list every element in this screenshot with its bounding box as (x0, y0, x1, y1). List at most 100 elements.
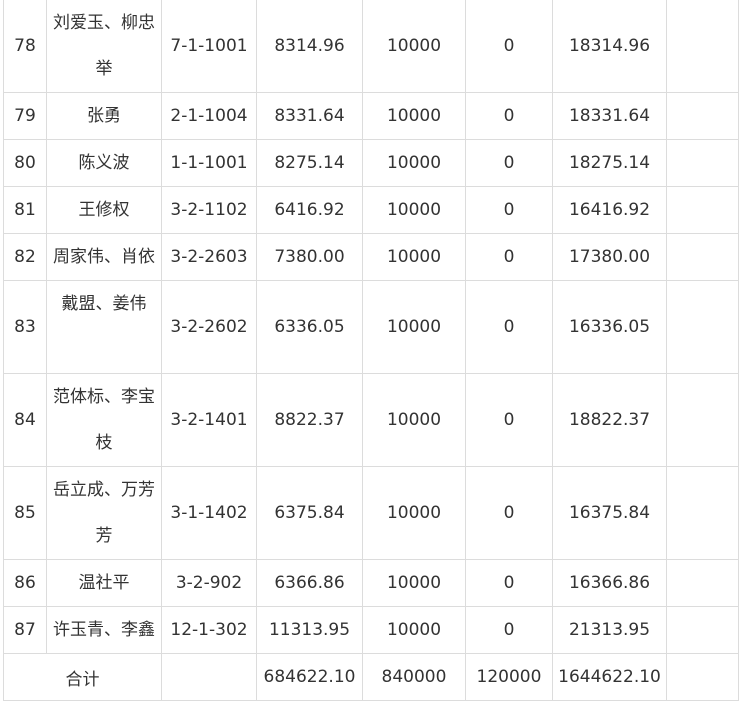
room-number: 3-2-1102 (161, 186, 257, 234)
amount-c: 0 (465, 606, 553, 654)
owner-name: 温社平 (46, 559, 162, 607)
total-amount: 21313.95 (552, 606, 667, 654)
summary-empty-cell (666, 653, 739, 701)
empty-cell (666, 559, 739, 607)
amount-b: 10000 (362, 280, 466, 374)
table-row: 84 范体标、李宝枝 3-2-1401 8822.37 10000 0 1882… (3, 373, 739, 467)
amount-a: 8822.37 (256, 373, 363, 467)
room-number: 3-2-2602 (161, 280, 257, 374)
room-number: 3-1-1402 (161, 466, 257, 560)
row-number: 84 (3, 373, 47, 467)
amount-c: 0 (465, 92, 553, 140)
amount-b: 10000 (362, 186, 466, 234)
table-row: 81 王修权 3-2-1102 6416.92 10000 0 16416.92 (3, 186, 739, 234)
amount-a: 8314.96 (256, 0, 363, 93)
row-number: 87 (3, 606, 47, 654)
empty-cell (666, 373, 739, 467)
amount-a: 11313.95 (256, 606, 363, 654)
amount-a: 7380.00 (256, 233, 363, 281)
amount-c: 0 (465, 186, 553, 234)
row-number: 79 (3, 92, 47, 140)
empty-cell (666, 233, 739, 281)
amount-b: 10000 (362, 233, 466, 281)
owner-name: 张勇 (46, 92, 162, 140)
amount-a: 8275.14 (256, 139, 363, 187)
row-number: 83 (3, 280, 47, 374)
total-amount: 16416.92 (552, 186, 667, 234)
table-row: 86 温社平 3-2-902 6366.86 10000 0 16366.86 (3, 559, 739, 607)
amount-c: 0 (465, 559, 553, 607)
table-row: 83 戴盟、姜伟 3-2-2602 6336.05 10000 0 16336.… (3, 280, 739, 374)
row-number: 80 (3, 139, 47, 187)
total-amount: 16336.05 (552, 280, 667, 374)
amount-b: 10000 (362, 373, 466, 467)
amount-b: 10000 (362, 559, 466, 607)
settlement-table: 78 刘爱玉、柳忠举 7-1-1001 8314.96 10000 0 1831… (3, 0, 739, 701)
room-number: 3-2-1401 (161, 373, 257, 467)
room-number: 1-1-1001 (161, 139, 257, 187)
owner-name: 王修权 (46, 186, 162, 234)
owner-name: 陈义波 (46, 139, 162, 187)
owner-name: 刘爱玉、柳忠举 (46, 0, 162, 93)
amount-b: 10000 (362, 139, 466, 187)
owner-name: 周家伟、肖依 (46, 233, 162, 281)
empty-cell (666, 0, 739, 93)
table-row: 78 刘爱玉、柳忠举 7-1-1001 8314.96 10000 0 1831… (3, 0, 739, 93)
amount-c: 0 (465, 233, 553, 281)
room-number: 12-1-302 (161, 606, 257, 654)
summary-total: 1644622.10 (552, 653, 667, 701)
amount-c: 0 (465, 0, 553, 93)
room-number: 2-1-1004 (161, 92, 257, 140)
empty-cell (666, 606, 739, 654)
amount-a: 6416.92 (256, 186, 363, 234)
table-row: 82 周家伟、肖依 3-2-2603 7380.00 10000 0 17380… (3, 233, 739, 281)
table-row: 85 岳立成、万芳芳 3-1-1402 6375.84 10000 0 1637… (3, 466, 739, 560)
empty-cell (666, 280, 739, 374)
amount-c: 0 (465, 373, 553, 467)
summary-amount-a: 684622.10 (256, 653, 363, 701)
amount-b: 10000 (362, 466, 466, 560)
amount-a: 6366.86 (256, 559, 363, 607)
amount-c: 0 (465, 139, 553, 187)
summary-amount-c: 120000 (465, 653, 553, 701)
owner-name: 范体标、李宝枝 (46, 373, 162, 467)
empty-cell (666, 186, 739, 234)
owner-name: 岳立成、万芳芳 (46, 466, 162, 560)
room-number: 3-2-2603 (161, 233, 257, 281)
amount-a: 6375.84 (256, 466, 363, 560)
summary-label: 合计 (3, 653, 162, 701)
total-amount: 18822.37 (552, 373, 667, 467)
row-number: 81 (3, 186, 47, 234)
empty-cell (666, 139, 739, 187)
table-row: 80 陈义波 1-1-1001 8275.14 10000 0 18275.14 (3, 139, 739, 187)
amount-a: 6336.05 (256, 280, 363, 374)
amount-b: 10000 (362, 606, 466, 654)
total-amount: 16375.84 (552, 466, 667, 560)
row-number: 85 (3, 466, 47, 560)
amount-b: 10000 (362, 92, 466, 140)
summary-amount-b: 840000 (362, 653, 466, 701)
table-row: 87 许玉青、李鑫 12-1-302 11313.95 10000 0 2131… (3, 606, 739, 654)
total-amount: 16366.86 (552, 559, 667, 607)
owner-name: 戴盟、姜伟 (46, 280, 162, 374)
total-amount: 18314.96 (552, 0, 667, 93)
empty-cell (666, 466, 739, 560)
summary-row: 合计 684622.10 840000 120000 1644622.10 (3, 653, 739, 701)
row-number: 86 (3, 559, 47, 607)
row-number: 82 (3, 233, 47, 281)
table-row: 79 张勇 2-1-1004 8331.64 10000 0 18331.64 (3, 92, 739, 140)
total-amount: 18331.64 (552, 92, 667, 140)
amount-b: 10000 (362, 0, 466, 93)
total-amount: 17380.00 (552, 233, 667, 281)
row-number: 78 (3, 0, 47, 93)
room-number: 3-2-902 (161, 559, 257, 607)
summary-room (161, 653, 257, 701)
table-bottom-border (3, 700, 738, 701)
total-amount: 18275.14 (552, 139, 667, 187)
amount-c: 0 (465, 280, 553, 374)
amount-a: 8331.64 (256, 92, 363, 140)
empty-cell (666, 92, 739, 140)
amount-c: 0 (465, 466, 553, 560)
room-number: 7-1-1001 (161, 0, 257, 93)
owner-name: 许玉青、李鑫 (46, 606, 162, 654)
